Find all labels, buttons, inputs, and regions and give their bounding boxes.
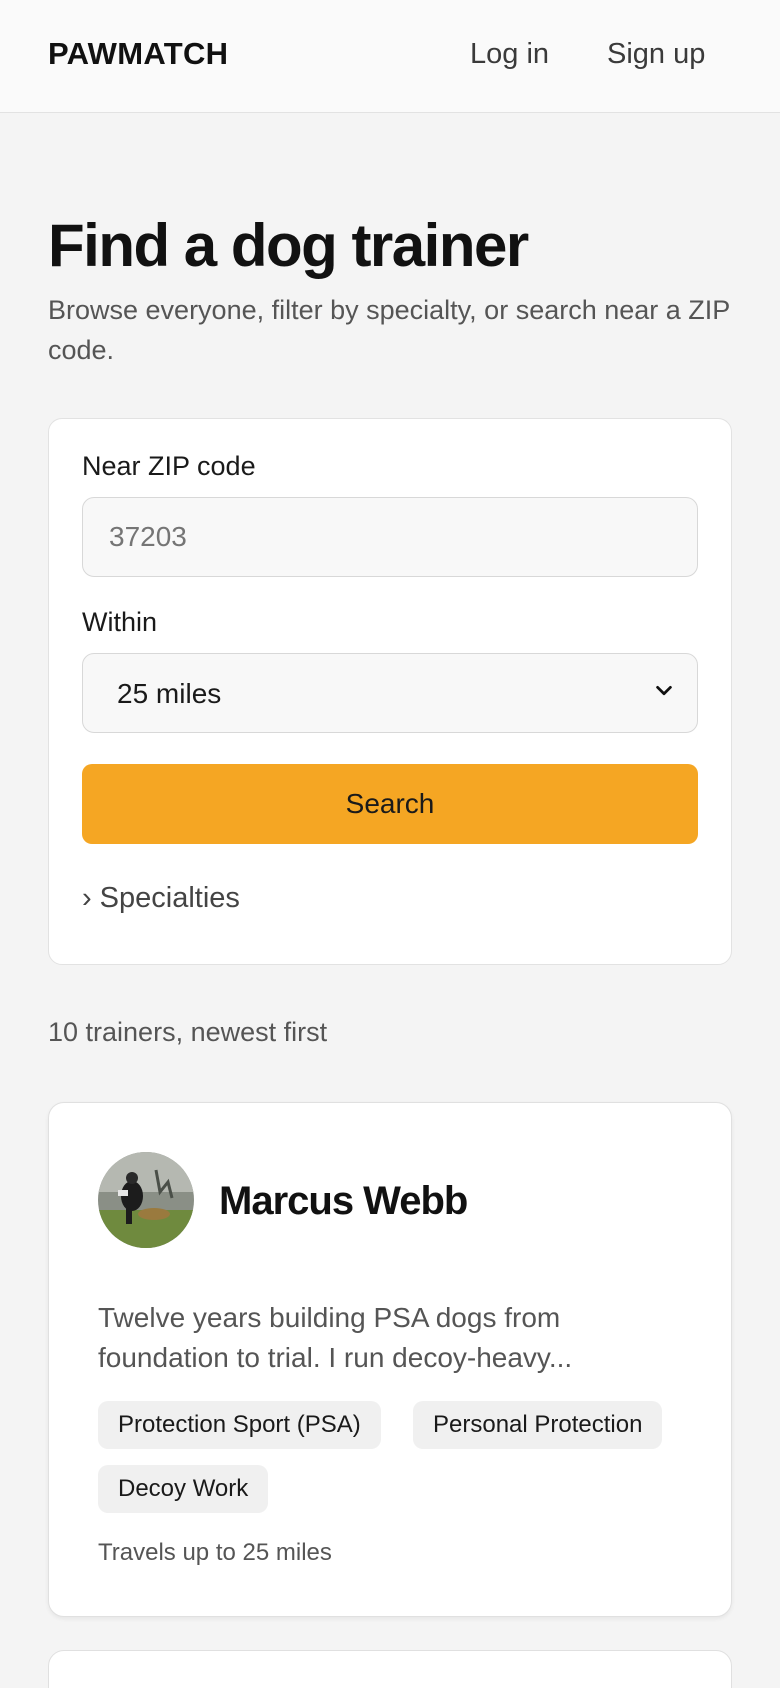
trainer-name[interactable]: Marcus Webb [219, 1179, 468, 1224]
trainer-card[interactable]: Marcus Webb Twelve years building PSA do… [48, 1102, 732, 1617]
page-subtitle: Browse everyone, filter by specialty, or… [48, 295, 730, 365]
specialty-tag: Personal Protection [413, 1401, 663, 1449]
logo[interactable]: PAWMATCH [48, 36, 228, 72]
specialties-label: Specialties [99, 882, 240, 914]
within-label: Within [82, 607, 158, 637]
signup-link[interactable]: Sign up [607, 38, 705, 71]
trainer-bio: Twelve years building PSA dogs from foun… [98, 1302, 573, 1373]
distance-select[interactable]: 25 miles [82, 653, 698, 733]
top-nav-bar: PAWMATCH Log in Sign up [0, 0, 780, 113]
specialty-tag: Protection Sport (PSA) [98, 1401, 381, 1449]
chevron-down-icon [656, 685, 672, 696]
login-link[interactable]: Log in [470, 38, 549, 71]
search-button[interactable]: Search [82, 764, 698, 844]
specialty-tag: Decoy Work [98, 1465, 269, 1513]
chevron-right-icon: › [82, 882, 92, 914]
trainer-card-next[interactable] [48, 1650, 732, 1688]
zip-label: Near ZIP code [82, 451, 256, 481]
distance-select-value: 25 miles [117, 678, 222, 709]
specialties-toggle[interactable]: › Specialties [82, 882, 240, 915]
avatar [98, 1152, 194, 1248]
search-form-card: Near ZIP code Within 25 miles Search ›Sp… [48, 418, 732, 965]
travel-radius: Travels up to 25 miles [98, 1539, 332, 1566]
results-summary: 10 trainers, newest first [48, 1017, 328, 1047]
page-title: Find a dog trainer [48, 212, 529, 279]
zip-input[interactable] [82, 497, 698, 577]
